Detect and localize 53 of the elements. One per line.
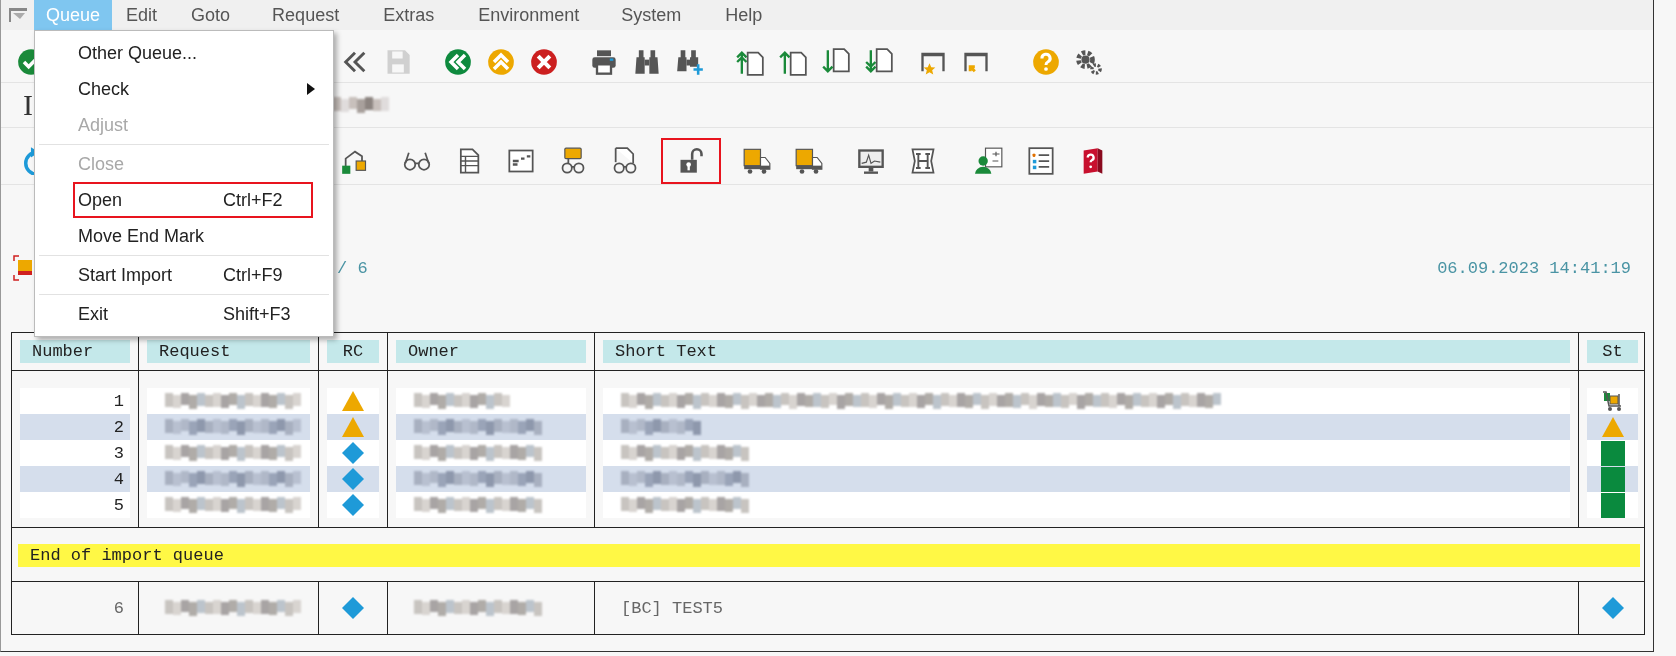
comment-glasses-icon bbox=[559, 147, 587, 175]
printer-icon[interactable] bbox=[590, 47, 618, 77]
menu-item[interactable]: Move End Mark bbox=[73, 218, 313, 254]
request-counter: / 6 bbox=[337, 258, 368, 278]
menu-item[interactable]: Open Ctrl+F2 bbox=[73, 182, 313, 218]
row-number: 1 bbox=[113, 391, 124, 411]
column-header[interactable]: Request bbox=[147, 340, 310, 363]
menu-item[interactable]: System bbox=[609, 0, 694, 30]
column-header[interactable]: Owner bbox=[396, 340, 586, 363]
settings-icon[interactable] bbox=[1075, 47, 1103, 77]
checklist-icon bbox=[1027, 147, 1055, 175]
screen-title: I bbox=[23, 88, 33, 122]
binoculars-plus-icon[interactable] bbox=[676, 47, 704, 77]
shortcut-text: Ctrl+F2 bbox=[223, 189, 283, 211]
menu-item[interactable]: Other Queue... bbox=[73, 35, 313, 71]
menu-item[interactable]: Check bbox=[73, 71, 313, 107]
truck-icon bbox=[795, 147, 823, 175]
menu-item[interactable]: Exit Shift+F3 bbox=[73, 296, 313, 332]
shortcut-text: Ctrl+F9 bbox=[223, 264, 283, 286]
menu-item[interactable]: Extras bbox=[371, 0, 447, 30]
row-number: 2 bbox=[113, 417, 124, 437]
monitor-icon bbox=[857, 147, 885, 175]
menu-item[interactable]: Goto bbox=[179, 0, 243, 30]
truck-icon bbox=[743, 147, 771, 175]
menu-item[interactable]: Environment bbox=[466, 0, 592, 30]
column-header[interactable]: Short Text bbox=[603, 340, 1570, 363]
binoculars-icon[interactable] bbox=[633, 47, 661, 77]
toolbar-button[interactable] bbox=[973, 145, 1005, 177]
column-header[interactable]: RC bbox=[327, 340, 379, 363]
column-header[interactable]: Number bbox=[20, 340, 130, 363]
row-number: 3 bbox=[113, 443, 124, 463]
menu-item[interactable]: Start Import Ctrl+F9 bbox=[73, 257, 313, 293]
toolbar-button[interactable] bbox=[661, 138, 721, 184]
end-of-queue-marker: End of import queue bbox=[18, 544, 1640, 567]
back-circle-icon[interactable] bbox=[444, 47, 472, 77]
toolbar-button[interactable] bbox=[1025, 145, 1057, 177]
h-scroll-icon bbox=[909, 147, 937, 175]
document-glasses-icon bbox=[611, 147, 639, 175]
row-number: 5 bbox=[113, 495, 124, 515]
cancel-circle-icon[interactable] bbox=[530, 47, 558, 77]
redacted-text bbox=[333, 97, 389, 113]
menu-item[interactable]: Edit bbox=[114, 0, 170, 30]
short-text: [BC] TEST5 bbox=[621, 598, 724, 618]
window-menu-icon[interactable] bbox=[7, 7, 28, 23]
column-header[interactable]: St bbox=[1587, 340, 1638, 363]
shortcut-text: Shift+F3 bbox=[223, 303, 291, 325]
person-icon bbox=[975, 147, 1003, 175]
menu-item[interactable]: Help bbox=[713, 0, 775, 30]
row-number: 4 bbox=[113, 469, 124, 489]
layout-icon bbox=[507, 147, 535, 175]
menu-item[interactable]: Request bbox=[260, 0, 352, 30]
timestamp: 06.09.2023 14:41:19 bbox=[1437, 258, 1631, 278]
row-number: 6 bbox=[113, 598, 124, 618]
